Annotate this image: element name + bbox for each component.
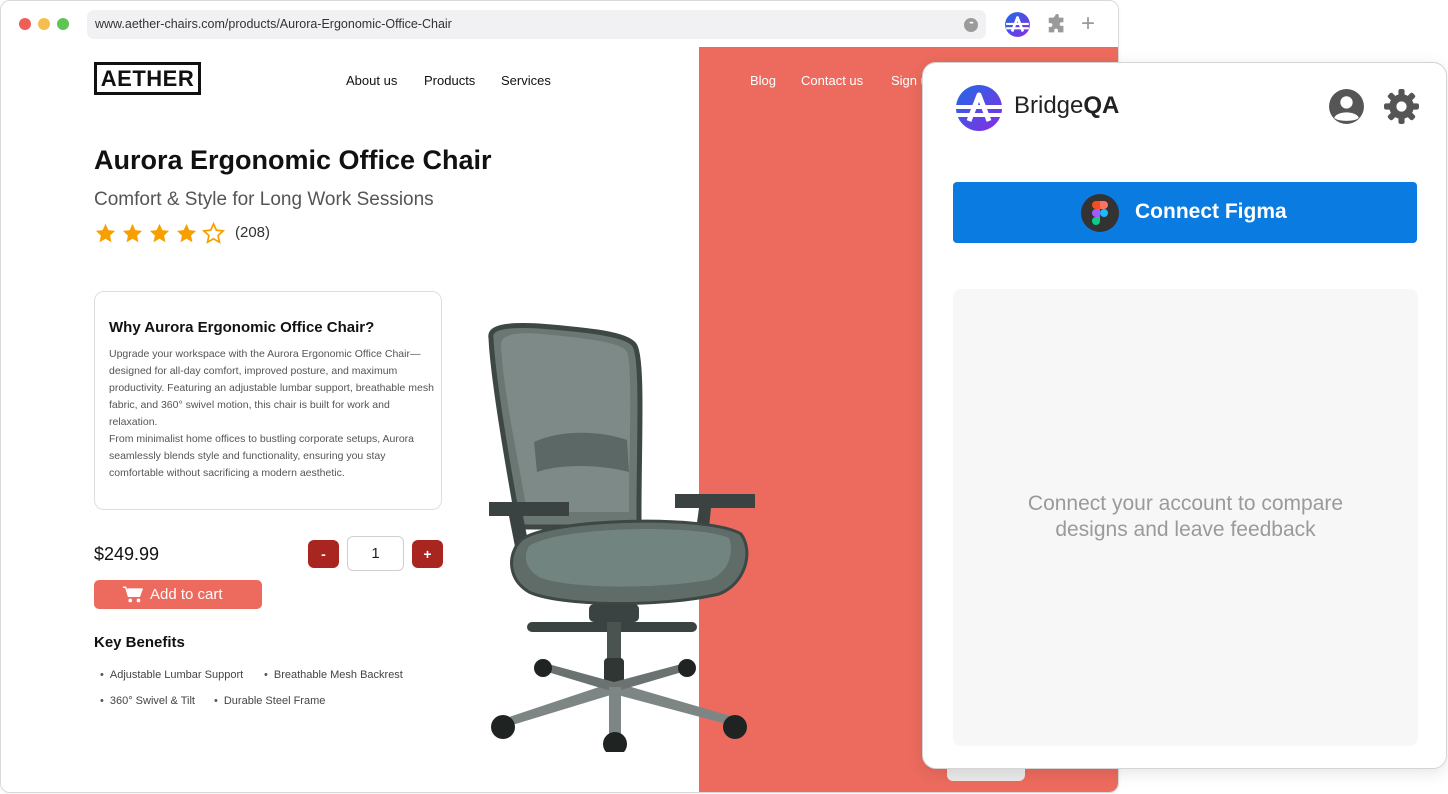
cart-icon: [122, 586, 143, 603]
window-minimize-button[interactable]: [38, 18, 50, 30]
connect-figma-button[interactable]: Connect Figma: [953, 182, 1417, 243]
nav-contact[interactable]: Contact us: [801, 73, 863, 88]
product-price: $249.99: [94, 544, 160, 564]
figma-icon: [1081, 194, 1119, 232]
gear-icon[interactable]: [1383, 88, 1420, 125]
star-filled-icon: [149, 223, 170, 243]
user-account-icon[interactable]: [1328, 88, 1365, 125]
bridgeqa-extension-panel: BridgeQA Connect Figma Connect your acco…: [922, 62, 1447, 769]
bridgeqa-extension-icon[interactable]: [1004, 11, 1031, 38]
benefit-item: 360° Swivel & Tilt: [100, 695, 195, 707]
why-paragraph: From minimalist home offices to bustling…: [109, 433, 415, 479]
site-logo[interactable]: AETHER: [94, 62, 201, 95]
add-to-cart-label: Add to cart: [150, 586, 223, 603]
brand-name-bold: QA: [1083, 92, 1120, 119]
review-count[interactable]: (208): [235, 224, 270, 241]
quantity-input[interactable]: 1: [347, 536, 404, 571]
star-empty-icon: [201, 221, 226, 244]
nav-services[interactable]: Services: [501, 73, 551, 88]
why-paragraph: Upgrade your workspace with the Aurora E…: [109, 348, 434, 428]
product-title: Aurora Ergonomic Office Chair: [94, 145, 492, 175]
connect-figma-label: Connect Figma: [1135, 200, 1287, 223]
product-subtitle: Comfort & Style for Long Work Sessions: [94, 189, 434, 210]
nav-blog[interactable]: Blog: [750, 73, 776, 88]
browser-toolbar: www.aether-chairs.com/products/Aurora-Er…: [1, 1, 1118, 47]
bridgeqa-logo-icon: [956, 85, 1002, 131]
placeholder-text: Connect your account to compare designs …: [953, 491, 1418, 543]
url-more-icon[interactable]: •••: [964, 18, 978, 32]
plus-icon[interactable]: +: [1081, 11, 1095, 37]
why-description: Upgrade your workspace with the Aurora E…: [109, 346, 434, 482]
url-text[interactable]: www.aether-chairs.com/products/Aurora-Er…: [95, 17, 452, 31]
window-close-button[interactable]: [19, 18, 31, 30]
quantity-increase-button[interactable]: +: [412, 540, 443, 568]
nav-about[interactable]: About us: [346, 73, 397, 88]
key-benefits-title: Key Benefits: [94, 634, 185, 651]
brand-name: BridgeQA: [1014, 92, 1119, 120]
why-card: Why Aurora Ergonomic Office Chair? Upgra…: [94, 291, 442, 510]
benefit-item: Breathable Mesh Backrest: [264, 669, 403, 681]
feedback-placeholder: Connect your account to compare designs …: [953, 289, 1418, 746]
puzzle-icon[interactable]: [1046, 14, 1068, 36]
address-bar[interactable]: www.aether-chairs.com/products/Aurora-Er…: [87, 10, 986, 39]
star-rating: [94, 221, 229, 246]
benefit-item: Adjustable Lumbar Support: [100, 669, 243, 681]
placeholder-line: Connect your account to compare: [1027, 492, 1344, 515]
placeholder-line: designs and leave feedback: [1055, 518, 1316, 541]
brand-name-light: Bridge: [1014, 92, 1084, 119]
nav-products[interactable]: Products: [424, 73, 475, 88]
benefit-item: Durable Steel Frame: [214, 695, 326, 707]
star-filled-icon: [95, 223, 116, 243]
window-maximize-button[interactable]: [57, 18, 69, 30]
add-to-cart-button[interactable]: Add to cart: [94, 580, 262, 609]
why-title: Why Aurora Ergonomic Office Chair?: [109, 319, 375, 336]
star-filled-icon: [176, 223, 197, 243]
office-chair-image: [488, 323, 755, 752]
star-filled-icon: [122, 223, 143, 243]
quantity-decrease-button[interactable]: -: [308, 540, 339, 568]
